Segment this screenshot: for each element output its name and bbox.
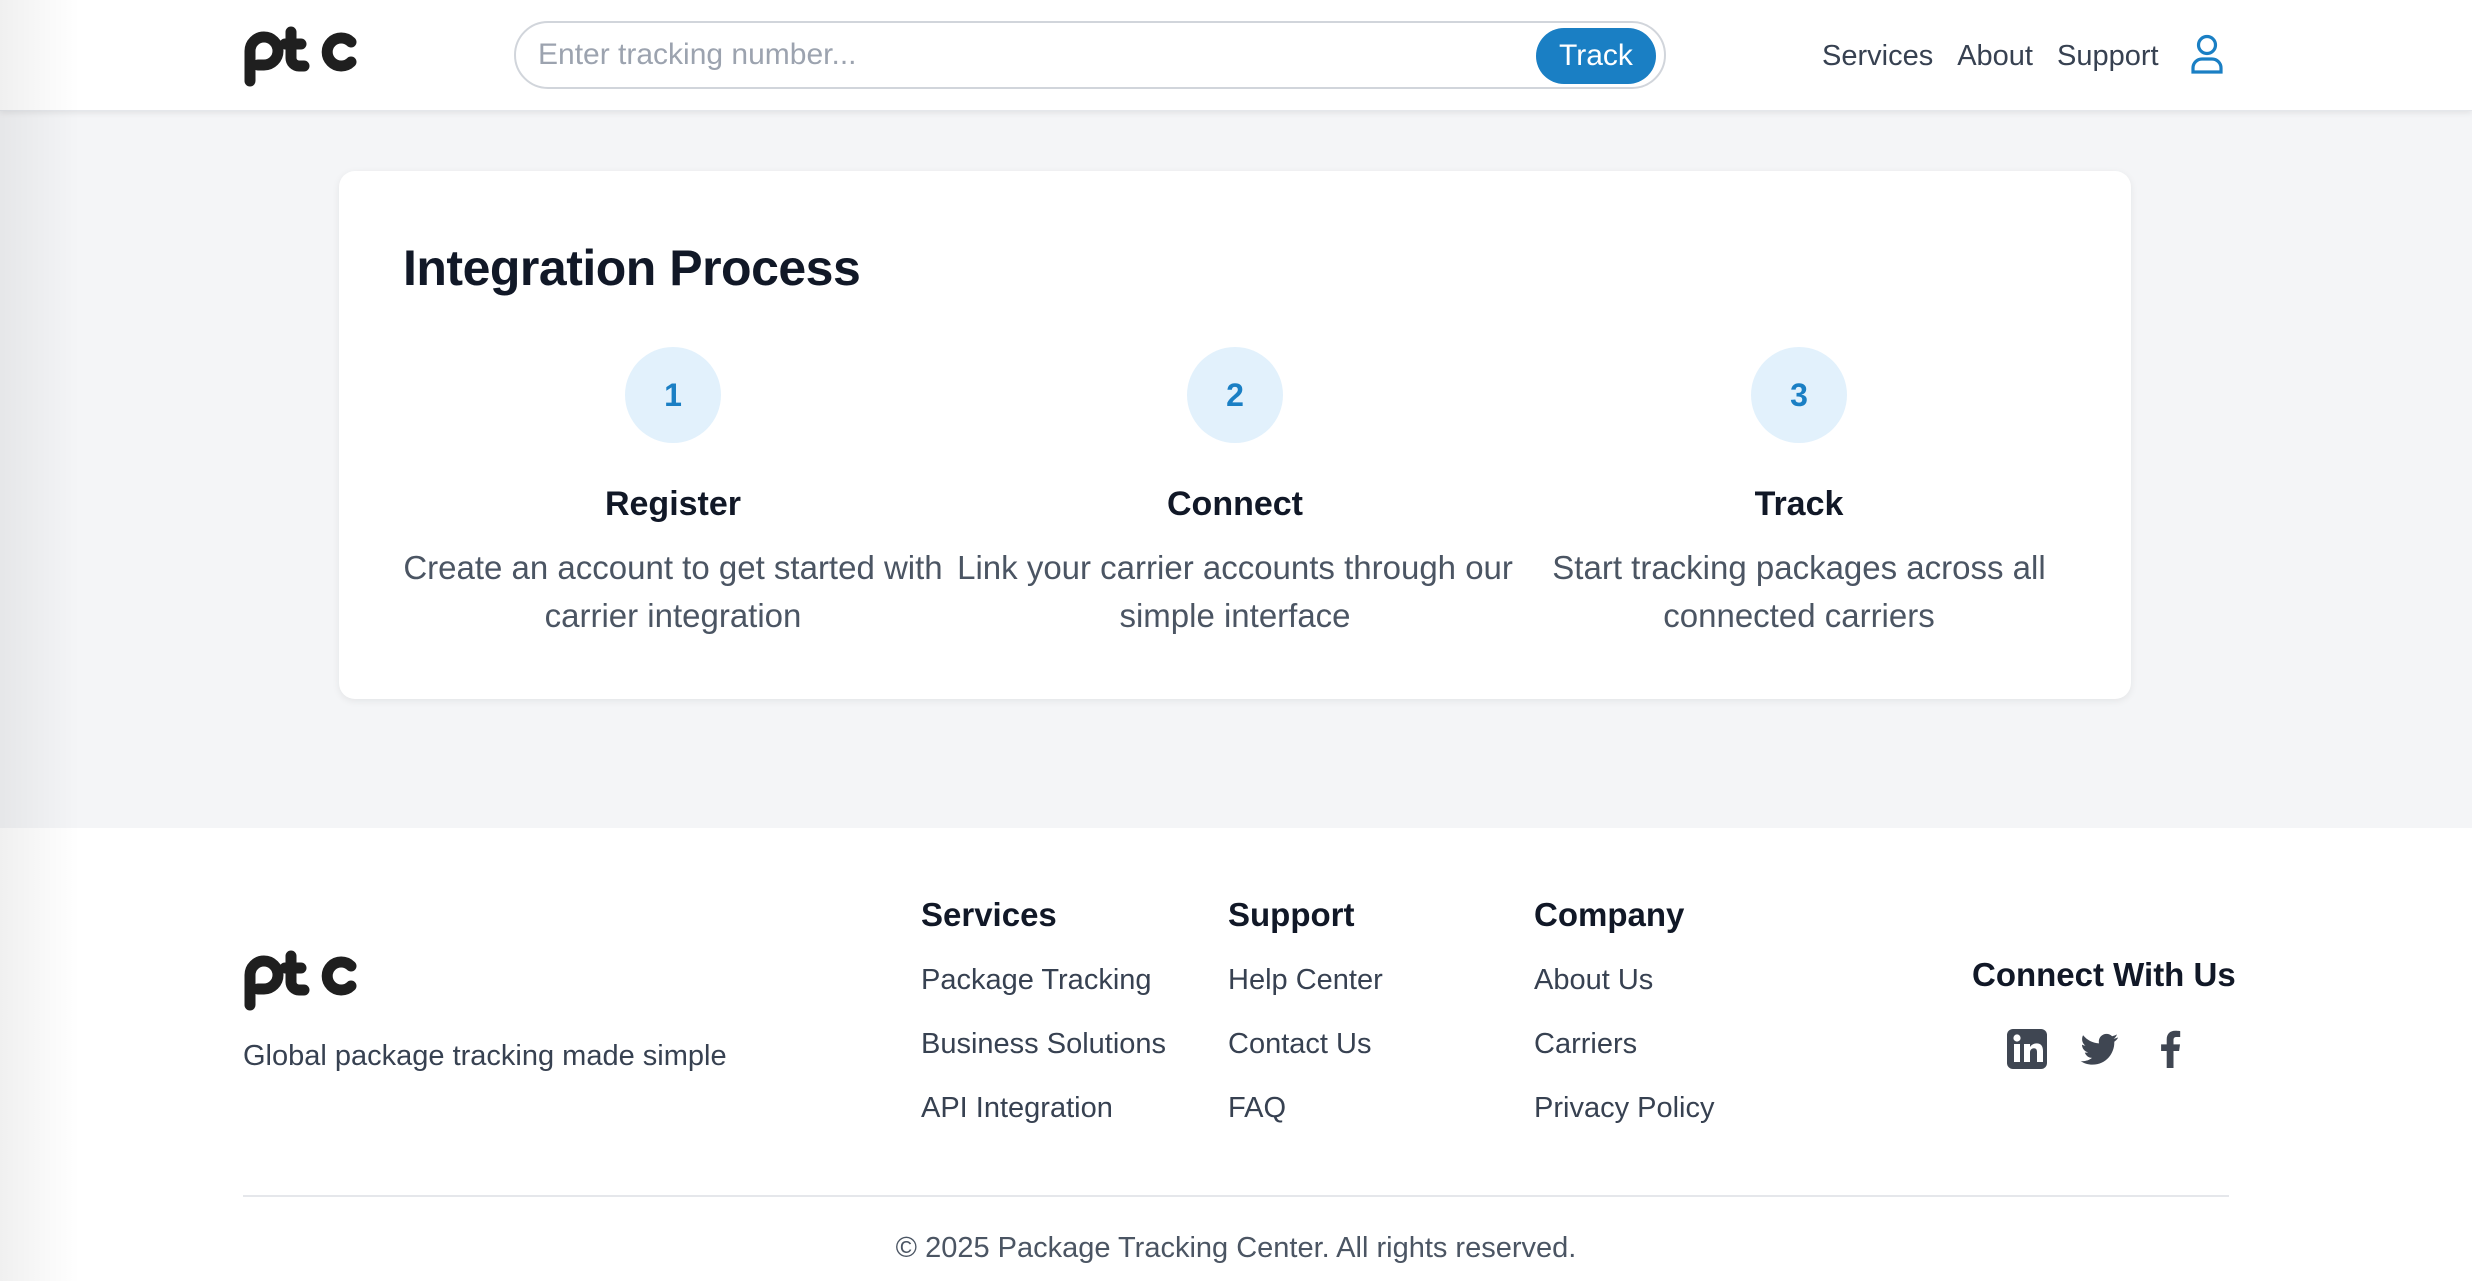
user-icon[interactable] <box>2190 34 2224 74</box>
tracking-search: Track <box>514 21 1666 89</box>
tracking-number-input[interactable] <box>538 33 1518 77</box>
site-footer: Global package tracking made simple Serv… <box>0 828 2472 1281</box>
footer-divider <box>243 1195 2229 1197</box>
footer-link-contact-us[interactable]: Contact Us <box>1228 1026 1383 1090</box>
footer-link-privacy-policy[interactable]: Privacy Policy <box>1534 1090 1715 1154</box>
logo-mark <box>244 26 357 87</box>
facebook-icon[interactable] <box>2150 1028 2192 1070</box>
footer-link-api-integration[interactable]: API Integration <box>921 1090 1166 1154</box>
footer-column-services: Services Package Tracking Business Solut… <box>921 896 1166 1154</box>
footer-column-company: Company About Us Carriers Privacy Policy <box>1534 896 1715 1154</box>
nav-about[interactable]: About <box>1957 40 2033 73</box>
step-connect: 2 Connect Link your carrier accounts thr… <box>955 347 1515 640</box>
footer-column-heading: Support <box>1228 896 1355 933</box>
integration-process-card: Integration Process 1 Register Create an… <box>339 171 2131 699</box>
step-number-badge: 1 <box>625 347 721 443</box>
step-title: Register <box>604 485 742 523</box>
track-button[interactable]: Track <box>1536 28 1656 84</box>
footer-tagline: Global package tracking made simple <box>243 1040 727 1072</box>
twitter-icon[interactable] <box>2078 1028 2120 1070</box>
step-description: Start tracking packages across all conne… <box>1552 549 2046 634</box>
logo-mark <box>244 950 357 1011</box>
main-nav: Services About Support <box>1822 36 2159 76</box>
copyright: © 2025 Package Tracking Center. All righ… <box>895 1232 1577 1264</box>
footer-link-help-center[interactable]: Help Center <box>1228 962 1383 1026</box>
step-title: Connect <box>1167 485 1303 523</box>
footer-column-heading: Company <box>1534 896 1685 933</box>
nav-support[interactable]: Support <box>2057 40 2159 73</box>
step-register: 1 Register Create an account to get star… <box>393 347 953 640</box>
footer-link-package-tracking[interactable]: Package Tracking <box>921 962 1166 1026</box>
step-description: Link your carrier accounts through our s… <box>957 549 1513 634</box>
footer-link-about-us[interactable]: About Us <box>1534 962 1715 1026</box>
footer-link-faq[interactable]: FAQ <box>1228 1090 1383 1154</box>
site-header: Track Services About Support <box>0 0 2472 111</box>
logo[interactable] <box>243 24 361 88</box>
step-description: Create an account to get started with ca… <box>403 549 943 634</box>
step-number-badge: 2 <box>1187 347 1283 443</box>
integration-process-title: Integration Process <box>403 240 861 296</box>
step-number-badge: 3 <box>1751 347 1847 443</box>
nav-services[interactable]: Services <box>1822 40 1933 73</box>
footer-logo[interactable] <box>243 948 361 1012</box>
step-track: 3 Track Start tracking packages across a… <box>1519 347 2079 640</box>
footer-column-heading: Services <box>921 896 1057 933</box>
linkedin-icon[interactable] <box>2006 1028 2048 1070</box>
footer-link-business-solutions[interactable]: Business Solutions <box>921 1026 1166 1090</box>
step-title: Track <box>1754 485 1844 523</box>
footer-column-support: Support Help Center Contact Us FAQ <box>1228 896 1383 1154</box>
footer-link-carriers[interactable]: Carriers <box>1534 1026 1715 1090</box>
social-title: Connect With Us <box>1972 956 2236 993</box>
